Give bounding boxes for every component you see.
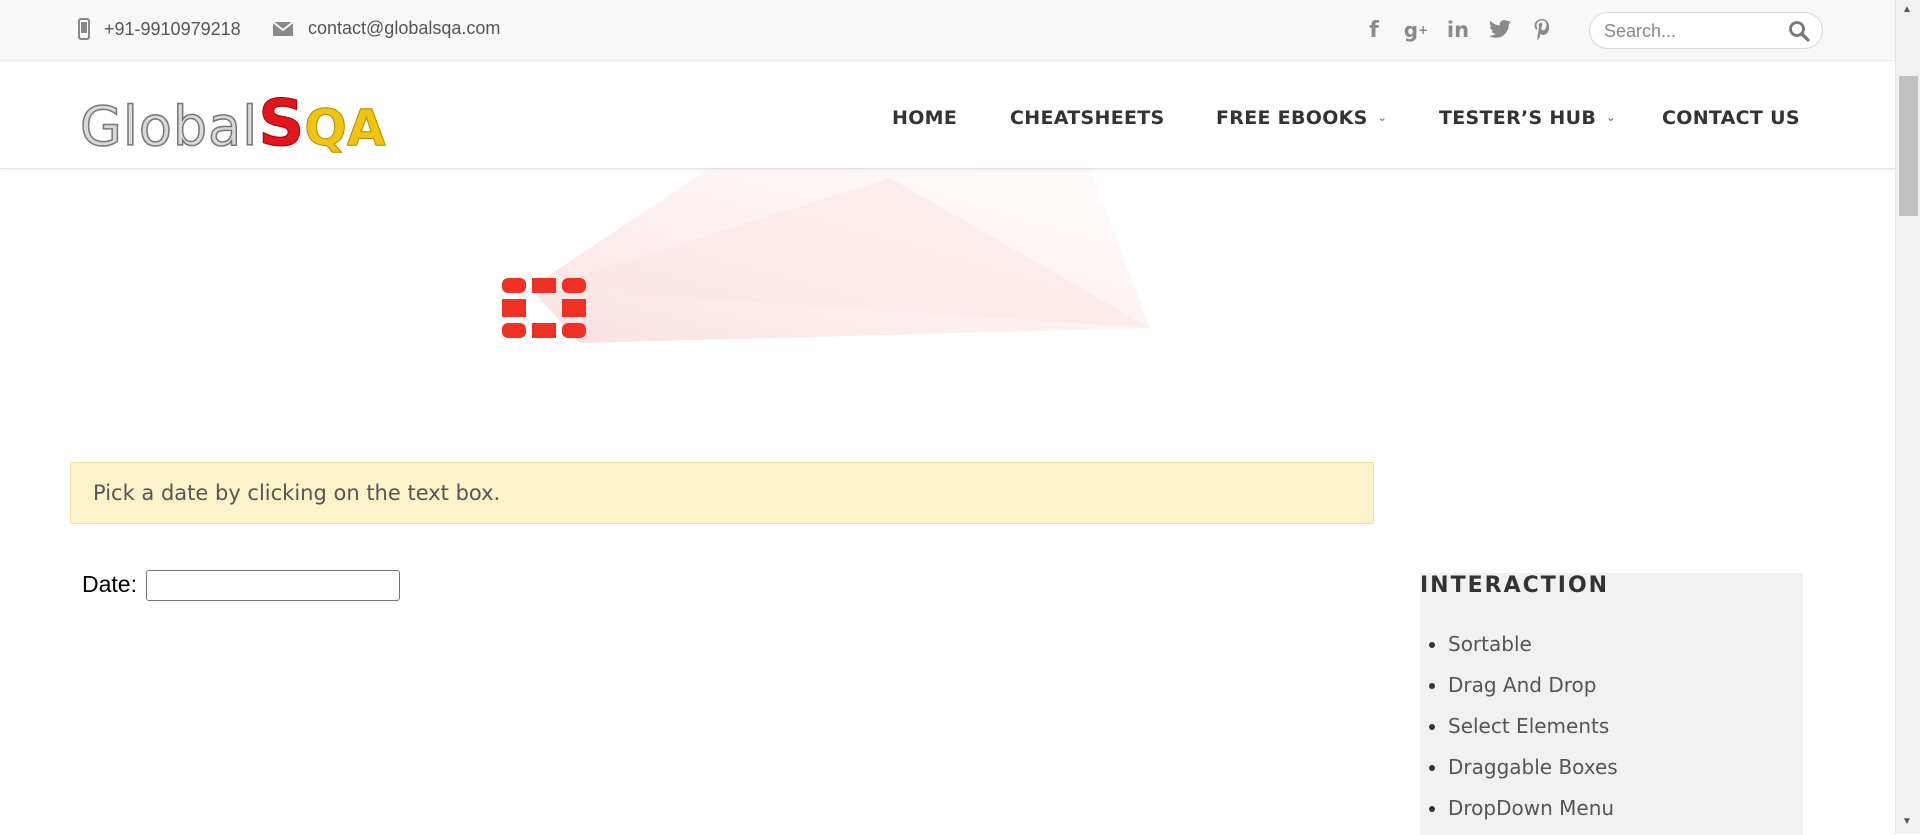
globalsqa-logo[interactable]: Global S QA <box>79 87 386 162</box>
phone-number: +91-9910979218 <box>104 18 241 39</box>
page-scrollbar[interactable]: ▲ ▼ <box>1895 0 1920 834</box>
mail-icon <box>272 20 294 36</box>
sidebar-item-draggable-boxes: Draggable Boxes <box>1448 752 1618 793</box>
sidebar-link-sortable[interactable]: Sortable <box>1448 632 1532 656</box>
info-notice: Pick a date by clicking on the text box. <box>70 462 1374 524</box>
phone-contact: +91-9910979218 <box>78 18 241 40</box>
twitter-icon[interactable] <box>1486 16 1514 44</box>
sidebar-link-draggable-boxes[interactable]: Draggable Boxes <box>1448 755 1618 779</box>
social-links: f g + in <box>1360 16 1556 44</box>
search-box <box>1589 12 1823 49</box>
nav-free-ebooks[interactable]: FREE EBOOKS ⌄ <box>1216 107 1387 129</box>
logo-text-s: S <box>258 87 305 162</box>
sidebar-item-sortable: Sortable <box>1448 629 1618 670</box>
nav-contact-us[interactable]: CONTACT US <box>1662 107 1800 129</box>
chevron-down-icon: ⌄ <box>1606 111 1616 124</box>
sidebar-heading: INTERACTION <box>1420 573 1610 598</box>
notice-text: Pick a date by clicking on the text box. <box>93 481 501 505</box>
linkedin-icon[interactable]: in <box>1444 16 1472 44</box>
chevron-down-icon: ⌄ <box>1377 111 1388 124</box>
nav-home[interactable]: HOME <box>892 107 957 129</box>
sidebar-item-dropdown-menu: DropDown Menu <box>1448 793 1618 834</box>
nav-testers-hub[interactable]: TESTER’S HUB ⌄ <box>1439 107 1616 129</box>
nav-cheatsheets[interactable]: CHEATSHEETS <box>1010 107 1165 129</box>
scroll-down-icon[interactable]: ▼ <box>1902 816 1912 827</box>
logo-text-global: Global <box>79 94 259 159</box>
sidebar-item-select-elements: Select Elements <box>1448 711 1618 752</box>
fortinet-logo-icon[interactable] <box>500 276 588 345</box>
nav-testers-hub-label: TESTER’S HUB <box>1439 107 1597 129</box>
scrollbar-thumb[interactable] <box>1899 76 1918 216</box>
facebook-icon[interactable]: f <box>1360 16 1388 44</box>
sidebar-interaction: INTERACTION Sortable Drag And Drop Selec… <box>1420 573 1803 835</box>
sidebar-link-select-elements[interactable]: Select Elements <box>1448 714 1609 738</box>
pinterest-icon[interactable] <box>1528 16 1556 44</box>
logo-text-qa: QA <box>304 99 386 158</box>
scroll-up-icon[interactable]: ▲ <box>1902 4 1912 15</box>
date-label: Date: <box>82 571 137 597</box>
search-input[interactable] <box>1602 19 1781 43</box>
phone-icon <box>78 18 90 40</box>
sidebar-list: Sortable Drag And Drop Select Elements D… <box>1420 629 1618 834</box>
google-plus-icon[interactable]: g + <box>1402 16 1430 44</box>
top-bar: +91-9910979218 contact@globalsqa.com f g… <box>0 0 1895 61</box>
sidebar-link-dropdown-menu[interactable]: DropDown Menu <box>1448 796 1614 820</box>
email-contact: contact@globalsqa.com <box>272 18 500 39</box>
main-header: Global S QA HOME CHEATSHEETS FREE EBOOKS… <box>0 61 1895 169</box>
sidebar-item-drag-and-drop: Drag And Drop <box>1448 670 1618 711</box>
search-icon[interactable] <box>1788 20 1810 47</box>
sidebar-link-drag-and-drop[interactable]: Drag And Drop <box>1448 673 1596 697</box>
nav-free-ebooks-label: FREE EBOOKS <box>1216 107 1368 129</box>
date-input[interactable] <box>146 570 400 601</box>
email-address[interactable]: contact@globalsqa.com <box>308 18 500 39</box>
